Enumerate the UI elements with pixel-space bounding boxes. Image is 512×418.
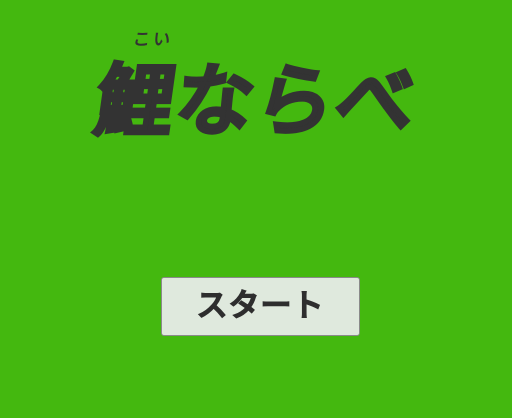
title-screen: こい 鯉ならべ スタート	[0, 0, 512, 418]
title-ruby: こい	[131, 30, 175, 50]
game-title: 鯉ならべ	[88, 56, 424, 149]
title-area: こい 鯉ならべ	[0, 28, 512, 178]
start-button-label: スタート	[196, 288, 325, 324]
start-button[interactable]: スタート	[161, 277, 360, 336]
